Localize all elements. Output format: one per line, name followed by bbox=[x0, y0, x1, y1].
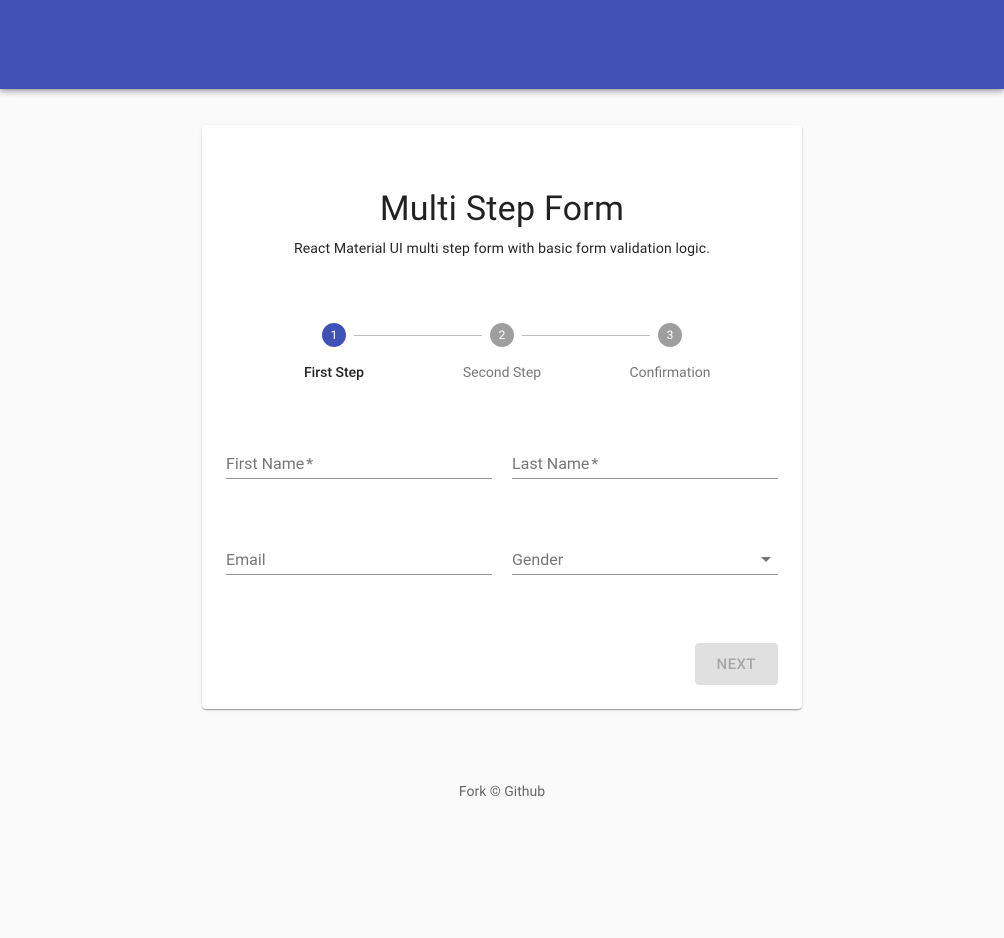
step-label: Confirmation bbox=[630, 363, 711, 383]
form-grid: First Name* Last Name* Email Gender bbox=[226, 407, 778, 575]
gender-label: Gender bbox=[512, 552, 563, 568]
footer-text[interactable]: Fork © Github bbox=[459, 784, 545, 800]
step-first: 1 First Step bbox=[250, 323, 418, 383]
first-name-field-wrapper[interactable]: First Name* bbox=[226, 447, 492, 479]
last-name-field-wrapper[interactable]: Last Name* bbox=[512, 447, 778, 479]
form-actions: Next bbox=[226, 643, 778, 685]
step-connector bbox=[522, 335, 650, 336]
step-second: 2 Second Step bbox=[418, 323, 586, 383]
step-number-badge: 3 bbox=[658, 323, 682, 347]
page-footer: Fork © Github bbox=[0, 781, 1004, 800]
step-connector bbox=[354, 335, 482, 336]
dropdown-arrow-icon bbox=[754, 547, 778, 571]
page-subtitle: React Material UI multi step form with b… bbox=[226, 239, 778, 259]
main-container: Multi Step Form React Material UI multi … bbox=[0, 89, 1004, 709]
form-card: Multi Step Form React Material UI multi … bbox=[202, 125, 802, 709]
first-name-input[interactable] bbox=[226, 447, 492, 478]
email-field-wrapper[interactable]: Email bbox=[226, 543, 492, 575]
step-label: Second Step bbox=[463, 363, 541, 383]
step-label: First Step bbox=[304, 363, 364, 383]
step-number-badge: 2 bbox=[490, 323, 514, 347]
app-bar bbox=[0, 0, 1004, 89]
step-confirmation: 3 Confirmation bbox=[586, 323, 754, 383]
gender-select[interactable]: Gender bbox=[512, 543, 778, 575]
email-input[interactable] bbox=[226, 543, 492, 574]
last-name-input[interactable] bbox=[512, 447, 778, 478]
page-title: Multi Step Form bbox=[226, 189, 778, 231]
step-number-badge: 1 bbox=[322, 323, 346, 347]
stepper: 1 First Step 2 Second Step 3 Confirmatio… bbox=[226, 299, 778, 407]
next-button[interactable]: Next bbox=[695, 643, 778, 685]
title-block: Multi Step Form React Material UI multi … bbox=[226, 125, 778, 299]
